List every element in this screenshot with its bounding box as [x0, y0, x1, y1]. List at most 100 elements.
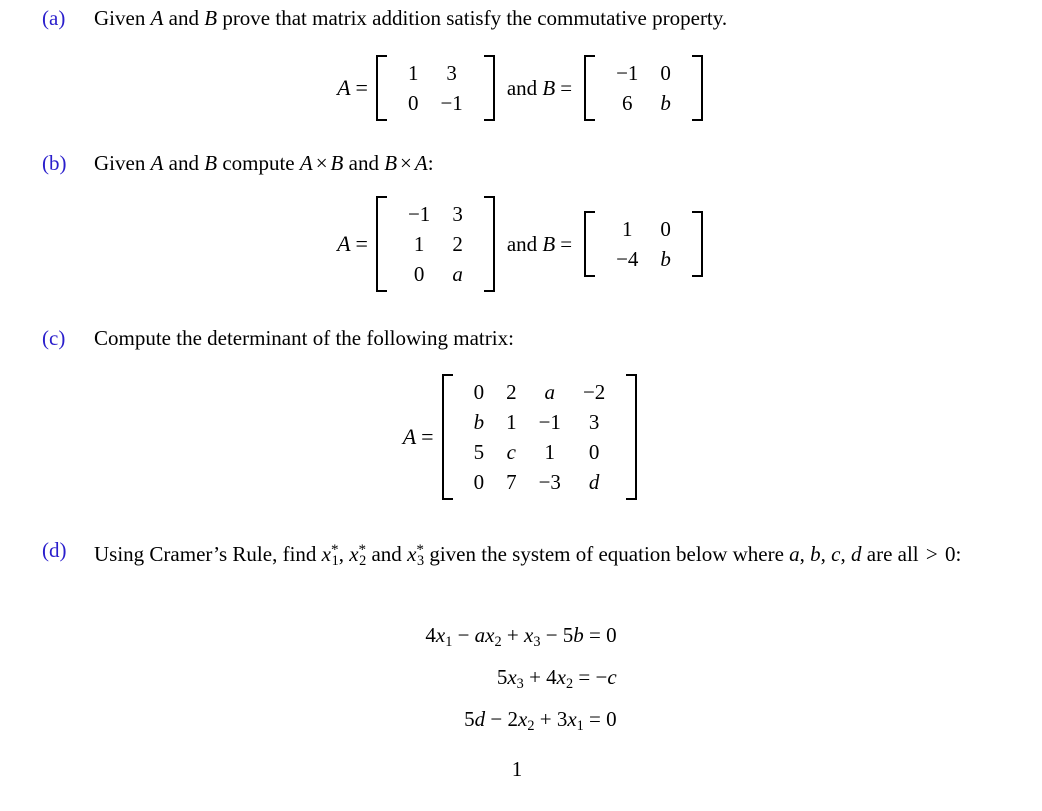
item-a-display-math: A = 1 3 0 −1 and B = −1 0 6 b	[0, 55, 1042, 121]
text-fragment: Given	[94, 151, 151, 175]
text-fragment: 0:	[939, 541, 962, 566]
variable-a: A	[414, 151, 428, 175]
variable-a: A	[299, 151, 313, 175]
problem-item-d: (d) Using Cramer’s Rule, find x*1, x*2 a…	[42, 537, 1004, 575]
item-c-statement: Compute the determinant of the following…	[94, 326, 514, 350]
bracket-left	[441, 374, 453, 500]
matrix-b-grid: −1 0 6 b	[601, 55, 686, 121]
matrix-cell: 1	[621, 217, 633, 241]
matrix-cell: a	[544, 380, 556, 404]
matrix-cell: 3	[452, 202, 463, 226]
variable-b: B	[204, 6, 218, 30]
bracket-right	[691, 55, 703, 121]
item-c-display-math: A = 0 2 a −2 b 1 −1 3 5 c 1 0 0 7 −3 d	[0, 374, 1042, 500]
matrix-determinant: 0 2 a −2 b 1 −1 3 5 c 1 0 0 7 −3 d	[441, 374, 638, 500]
text-fragment: prove that matrix addition satisfy the c…	[217, 6, 728, 30]
text-fragment: given the system of equation below where	[424, 541, 790, 566]
matrix-cell: b	[660, 91, 671, 115]
problem-item-c: (c) Compute the determinant of the follo…	[42, 325, 1004, 352]
equation-line-1: 4x1 − ax2 + x3 − 5b = 0	[425, 623, 617, 650]
text-fragment: and	[163, 151, 205, 175]
matrix-b: 1 0 −4 b	[584, 211, 703, 277]
variable-b: B	[330, 151, 344, 175]
matrix-a-label: A =	[337, 75, 368, 100]
matrix-cell: −1	[407, 202, 431, 226]
conjunction-and-b: and B =	[506, 75, 573, 100]
bracket-left	[584, 211, 596, 277]
matrix-a: −1 3 1 2 0 a	[375, 196, 495, 292]
matrix-cell: c	[506, 440, 516, 464]
matrix-cell: 0	[588, 440, 600, 464]
matrix-cell: 2	[506, 380, 517, 404]
matrix-cell: b	[660, 247, 671, 271]
text-fragment: ,	[799, 541, 811, 566]
item-label-b: (b)	[42, 151, 67, 175]
matrix-cell: 1	[413, 232, 425, 256]
x1-star-symbol: x*1	[321, 541, 339, 569]
matrix-b-grid: 1 0 −4 b	[601, 211, 686, 277]
matrix-a-label: A =	[402, 424, 434, 449]
variable-a: a	[789, 541, 800, 566]
conjunction-and-b: and B =	[506, 231, 573, 256]
matrix-a-grid: −1 3 1 2 0 a	[393, 196, 478, 292]
item-b-statement: Given A and B compute A × B and B × A:	[94, 150, 1004, 177]
matrix-cell: −1	[538, 410, 561, 434]
text-fragment: :	[427, 151, 434, 175]
matrix-cell: 0	[473, 380, 485, 404]
text-fragment: and	[343, 151, 385, 175]
matrix-a-grid: 1 3 0 −1	[393, 55, 478, 121]
variable-b: b	[810, 541, 821, 566]
problem-item-b: (b) Given A and B compute A × B and B × A:	[42, 150, 1004, 177]
item-label-d: (d)	[42, 538, 67, 562]
matrix-cell: −3	[538, 470, 561, 494]
matrix-a: 1 3 0 −1	[375, 55, 495, 121]
document-page: (a) Given A and B prove that matrix addi…	[0, 0, 1042, 811]
matrix-cell: 1	[544, 440, 556, 464]
page-number-value: 1	[511, 757, 523, 781]
variable-c: c	[831, 541, 841, 566]
equation-system: 4x1 − ax2 + x3 − 5b = 0 5x3 + 4x2 = −c 5…	[0, 618, 1042, 744]
matrix-cell: −1	[440, 91, 463, 115]
matrix-cell: 3	[588, 410, 600, 434]
matrix-cell: −4	[616, 247, 639, 271]
times-icon: ×	[400, 151, 412, 175]
text-fragment: Using Cramer’s Rule, find	[94, 541, 322, 566]
matrix-cell: b	[473, 410, 485, 434]
item-d-statement: Using Cramer’s Rule, find x*1, x*2 and x…	[94, 537, 1004, 575]
matrix-a-label: A =	[337, 231, 368, 256]
bracket-left	[375, 196, 387, 292]
item-b-display-math: A = −1 3 1 2 0 a and B = 1 0 −4 b	[0, 196, 1042, 292]
matrix-cell: −1	[616, 61, 639, 85]
item-label-c: (c)	[42, 326, 66, 350]
matrix-cell: 0	[413, 262, 425, 286]
bracket-right	[691, 211, 703, 277]
text-fragment: and	[163, 6, 205, 30]
matrix-determinant-grid: 0 2 a −2 b 1 −1 3 5 c 1 0 0 7 −3 d	[459, 374, 621, 500]
matrix-cell: −2	[582, 380, 606, 404]
matrix-cell: 0	[660, 61, 671, 85]
text-fragment: ,	[820, 541, 832, 566]
variable-b: B	[204, 151, 218, 175]
text-fragment: ,	[338, 541, 350, 566]
text-fragment: and	[366, 541, 408, 566]
matrix-cell: 2	[452, 232, 463, 256]
matrix-cell: 0	[407, 91, 419, 115]
item-a-statement: Given A and B prove that matrix addition…	[94, 5, 1004, 32]
matrix-cell: 5	[473, 440, 485, 464]
text-fragment: Given	[94, 6, 151, 30]
equation-line-2: 5x3 + 4x2 = −c	[496, 664, 617, 692]
variable-d: d	[851, 541, 862, 566]
text-fragment: are all	[861, 541, 924, 566]
matrix-cell: a	[452, 262, 463, 286]
greater-than-icon: >	[925, 541, 938, 566]
x3-star-symbol: x*3	[407, 541, 425, 569]
matrix-cell: 3	[446, 61, 457, 85]
matrix-b: −1 0 6 b	[584, 55, 703, 121]
bracket-right	[626, 374, 638, 500]
matrix-cell: 0	[660, 217, 671, 241]
variable-b: B	[384, 151, 398, 175]
bracket-right	[483, 196, 495, 292]
text-fragment: compute	[217, 151, 300, 175]
problem-item-a: (a) Given A and B prove that matrix addi…	[42, 5, 1004, 32]
equation-line-3: 5d − 2x2 + 3x1 = 0	[464, 706, 617, 734]
